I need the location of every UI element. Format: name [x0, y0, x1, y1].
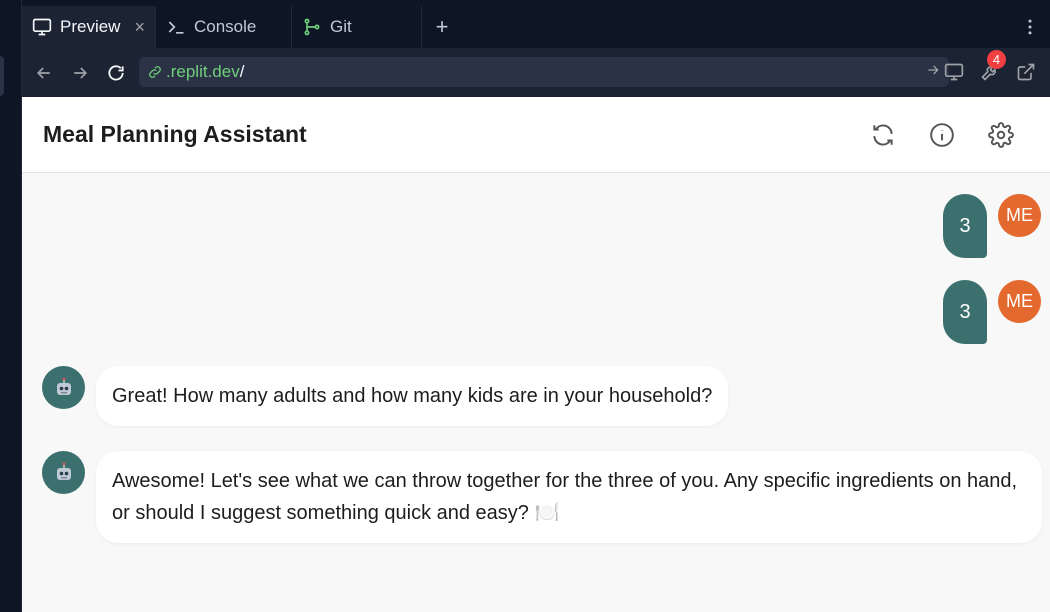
tab-console[interactable]: Console	[156, 6, 292, 48]
preview-app: Meal Planning Assistant 3 ME 3 ME Great!…	[22, 97, 1050, 612]
tab-bar: Preview × Console Git +	[22, 6, 1050, 48]
monitor-icon	[944, 63, 964, 81]
user-message: 3 ME	[943, 280, 1050, 344]
chat-messages: 3 ME 3 ME Great! How many adults and how…	[22, 173, 1050, 611]
assistant-bubble: Great! How many adults and how many kids…	[96, 366, 729, 426]
robot-icon	[42, 451, 85, 494]
add-tab-button[interactable]: +	[422, 6, 462, 48]
gear-icon	[988, 121, 1014, 148]
app-header: Meal Planning Assistant	[22, 97, 1050, 173]
avatar: ME	[998, 280, 1041, 323]
monitor-icon	[32, 18, 52, 36]
info-icon	[930, 122, 954, 147]
forward-button[interactable]	[62, 55, 98, 91]
url-actions: 4	[938, 50, 1042, 88]
assistant-message: Awesome! Let's see what we can throw tog…	[42, 451, 1042, 543]
settings-button[interactable]	[985, 119, 1017, 151]
left-sidebar-edge	[0, 0, 22, 612]
refresh-icon	[873, 124, 893, 145]
devtools-button[interactable]: 4	[974, 50, 1006, 88]
assistant-message: Great! How many adults and how many kids…	[42, 366, 729, 426]
back-button[interactable]	[26, 55, 62, 91]
external-link-icon	[1017, 63, 1035, 81]
git-icon	[304, 18, 320, 36]
avatar: ME	[998, 194, 1041, 237]
user-bubble: 3	[943, 194, 987, 258]
tab-spacer	[462, 6, 1010, 48]
tab-label: Git	[330, 17, 352, 36]
terminal-icon	[168, 21, 184, 34]
tab-git[interactable]: Git	[292, 6, 422, 48]
arrow-right-icon	[74, 66, 88, 79]
url-input[interactable]: .replit.dev /	[139, 57, 949, 87]
tab-label: Preview	[60, 17, 121, 36]
refresh-button[interactable]	[867, 119, 899, 151]
robot-icon	[42, 366, 85, 409]
user-message: 3 ME	[943, 194, 1050, 258]
open-new-tab-button[interactable]	[1010, 56, 1042, 88]
url-domain: .replit.dev	[166, 62, 240, 81]
tab-preview[interactable]: Preview ×	[22, 6, 156, 48]
reload-button[interactable]	[98, 55, 134, 91]
sidebar-notch	[0, 56, 4, 96]
devices-button[interactable]	[938, 56, 970, 88]
page-title: Meal Planning Assistant	[43, 121, 307, 147]
header-actions	[867, 119, 1017, 151]
close-icon[interactable]: ×	[134, 17, 145, 38]
notification-badge: 4	[987, 50, 1006, 69]
tab-label: Console	[194, 17, 257, 36]
assistant-bubble: Awesome! Let's see what we can throw tog…	[96, 451, 1042, 543]
link-icon	[149, 66, 161, 78]
arrow-left-icon	[36, 66, 50, 79]
info-button[interactable]	[926, 119, 958, 151]
url-path: /	[239, 62, 245, 81]
reload-icon	[108, 64, 124, 81]
url-bar: .replit.dev/ 4	[22, 48, 1050, 97]
more-vertical-icon[interactable]	[1010, 6, 1050, 48]
user-bubble: 3	[943, 280, 987, 344]
